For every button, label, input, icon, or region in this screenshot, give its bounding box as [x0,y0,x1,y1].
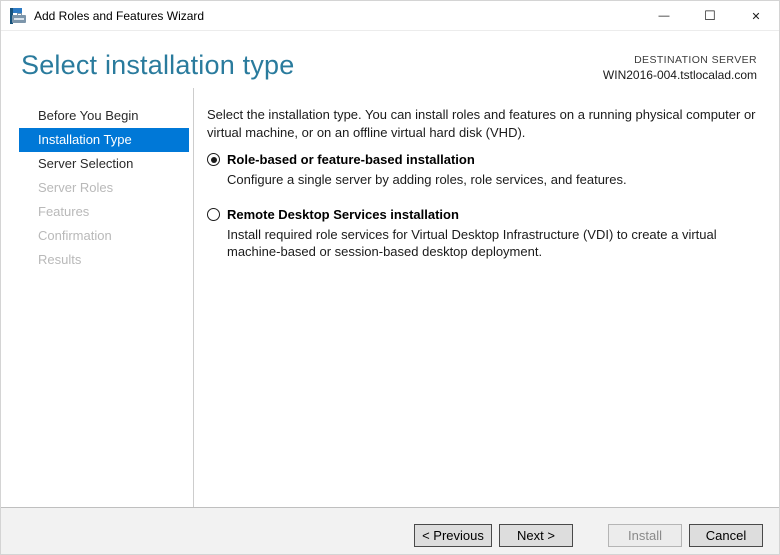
nav-item-confirmation: Confirmation [19,224,189,248]
nav-item-installation-type[interactable]: Installation Type [19,128,189,152]
maximize-button[interactable]: ☐ [687,1,733,31]
remote-desktop-radio[interactable] [207,208,220,221]
role-based-description: Configure a single server by adding role… [227,171,767,188]
window-title: Add Roles and Features Wizard [34,9,204,23]
option-remote-desktop: Remote Desktop Services installation Ins… [207,207,767,260]
wizard-window: Add Roles and Features Wizard — ☐ ✕ Sele… [0,0,780,555]
role-based-label[interactable]: Role-based or feature-based installation [227,152,475,167]
nav-item-server-selection[interactable]: Server Selection [19,152,189,176]
wizard-content: Select the installation type. You can in… [194,88,779,507]
previous-button[interactable]: < Previous [414,524,492,547]
next-button[interactable]: Next > [499,524,573,547]
option-role-based: Role-based or feature-based installation… [207,152,767,188]
remote-desktop-label[interactable]: Remote Desktop Services installation [227,207,459,222]
wizard-header: Select installation type DESTINATION SER… [1,32,779,88]
server-manager-icon [10,8,28,24]
wizard-footer: < Previous Next > Install Cancel [1,507,779,554]
page-title: Select installation type [21,50,294,81]
nav-item-results: Results [19,248,189,272]
destination-block: DESTINATION SERVER WIN2016-004.tstlocala… [603,54,757,82]
nav-item-server-roles: Server Roles [19,176,189,200]
wizard-body: Before You Begin Installation Type Serve… [1,88,779,507]
close-button[interactable]: ✕ [733,1,779,31]
remote-desktop-description: Install required role services for Virtu… [227,226,767,260]
intro-text: Select the installation type. You can in… [207,106,763,142]
nav-item-before-you-begin[interactable]: Before You Begin [19,104,189,128]
title-bar: Add Roles and Features Wizard — ☐ ✕ [1,1,779,31]
wizard-nav: Before You Begin Installation Type Serve… [1,88,193,507]
install-button: Install [608,524,682,547]
nav-item-features: Features [19,200,189,224]
role-based-radio[interactable] [207,153,220,166]
destination-server: WIN2016-004.tstlocalad.com [603,68,757,82]
minimize-button[interactable]: — [641,1,687,31]
destination-label: DESTINATION SERVER [603,54,757,66]
window-controls: — ☐ ✕ [641,1,779,31]
cancel-button[interactable]: Cancel [689,524,763,547]
